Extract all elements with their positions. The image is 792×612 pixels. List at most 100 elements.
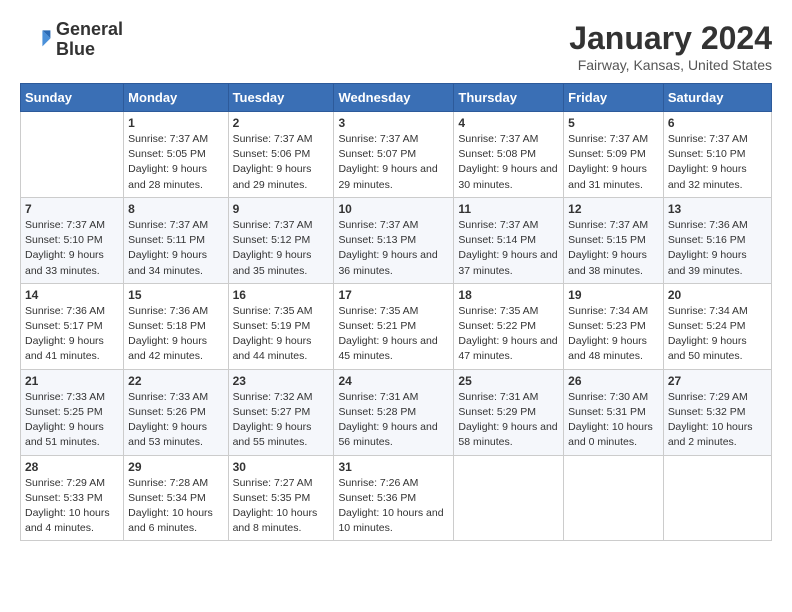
cell-week1-day3: 3 Sunrise: 7:37 AMSunset: 5:07 PMDaylight… [334,112,454,198]
calendar-title: January 2024 [569,20,772,57]
col-wednesday: Wednesday [334,84,454,112]
day-detail: Sunrise: 7:36 AMSunset: 5:16 PMDaylight:… [668,218,767,279]
cell-week1-day2: 2Sunrise: 7:37 AMSunset: 5:06 PMDaylight… [228,112,334,198]
day-detail: Sunrise: 7:37 AMSunset: 5:11 PMDaylight:… [128,218,223,279]
header-row: Sunday Monday Tuesday Wednesday Thursday… [21,84,772,112]
day-detail: Sunrise: 7:29 AMSunset: 5:33 PMDaylight:… [25,476,119,537]
cell-week5-day0: 28 Sunrise: 7:29 AMSunset: 5:33 PMDayligh… [21,455,124,541]
cell-week1-day6: 6Sunrise: 7:37 AMSunset: 5:10 PMDaylight… [663,112,771,198]
day-detail: Sunrise: 7:26 AMSunset: 5:36 PMDaylight:… [338,476,449,537]
day-number: 3 [338,116,449,130]
cell-week3-day5: 19Sunrise: 7:34 AMSunset: 5:23 PMDayligh… [564,283,664,369]
cell-week1-day1: 1 Sunrise: 7:37 AMSunset: 5:05 PMDaylight… [124,112,228,198]
day-detail: Sunrise: 7:34 AMSunset: 5:24 PMDaylight:… [668,304,767,365]
page-header: General Blue January 2024 Fairway, Kansa… [20,20,772,73]
day-detail: Sunrise: 7:37 AMSunset: 5:15 PMDaylight:… [568,218,659,279]
day-detail: Sunrise: 7:37 AMSunset: 5:09 PMDaylight:… [568,132,659,193]
week-row-4: 21 Sunrise: 7:33 AMSunset: 5:25 PMDayligh… [21,369,772,455]
cell-week3-day6: 20 Sunrise: 7:34 AMSunset: 5:24 PMDayligh… [663,283,771,369]
cell-week4-day2: 23 Sunrise: 7:32 AMSunset: 5:27 PMDayligh… [228,369,334,455]
day-number: 25 [458,374,559,388]
logo-text: General Blue [56,20,123,60]
day-detail: Sunrise: 7:31 AMSunset: 5:29 PMDaylight:… [458,390,559,451]
day-detail: Sunrise: 7:37 AMSunset: 5:07 PMDaylight:… [338,132,449,193]
day-number: 28 [25,460,119,474]
day-detail: Sunrise: 7:34 AMSunset: 5:23 PMDaylight:… [568,304,659,365]
day-number: 20 [668,288,767,302]
day-detail: Sunrise: 7:37 AMSunset: 5:12 PMDaylight:… [233,218,330,279]
cell-week1-day5: 5 Sunrise: 7:37 AMSunset: 5:09 PMDaylight… [564,112,664,198]
calendar-subtitle: Fairway, Kansas, United States [569,57,772,73]
col-friday: Friday [564,84,664,112]
cell-week2-day3: 10 Sunrise: 7:37 AMSunset: 5:13 PMDayligh… [334,197,454,283]
col-thursday: Thursday [454,84,564,112]
day-detail: Sunrise: 7:37 AMSunset: 5:13 PMDaylight:… [338,218,449,279]
cell-week5-day1: 29 Sunrise: 7:28 AMSunset: 5:34 PMDayligh… [124,455,228,541]
day-number: 4 [458,116,559,130]
cell-week2-day0: 7 Sunrise: 7:37 AMSunset: 5:10 PMDaylight… [21,197,124,283]
cell-week5-day3: 31 Sunrise: 7:26 AMSunset: 5:36 PMDayligh… [334,455,454,541]
day-number: 21 [25,374,119,388]
day-number: 12 [568,202,659,216]
cell-week2-day5: 12 Sunrise: 7:37 AMSunset: 5:15 PMDayligh… [564,197,664,283]
logo-icon [20,24,52,56]
cell-week1-day0 [21,112,124,198]
day-number: 23 [233,374,330,388]
day-number: 1 [128,116,223,130]
day-number: 31 [338,460,449,474]
day-detail: Sunrise: 7:35 AMSunset: 5:21 PMDaylight:… [338,304,449,365]
logo-line1: General [56,20,123,40]
cell-week4-day4: 25 Sunrise: 7:31 AMSunset: 5:29 PMDayligh… [454,369,564,455]
title-block: January 2024 Fairway, Kansas, United Sta… [569,20,772,73]
cell-week2-day2: 9 Sunrise: 7:37 AMSunset: 5:12 PMDaylight… [228,197,334,283]
day-number: 14 [25,288,119,302]
day-number: 9 [233,202,330,216]
day-number: 16 [233,288,330,302]
cell-week4-day0: 21 Sunrise: 7:33 AMSunset: 5:25 PMDayligh… [21,369,124,455]
logo-line2: Blue [56,40,123,60]
cell-week2-day6: 13Sunrise: 7:36 AMSunset: 5:16 PMDayligh… [663,197,771,283]
cell-week3-day4: 18Sunrise: 7:35 AMSunset: 5:22 PMDayligh… [454,283,564,369]
day-number: 30 [233,460,330,474]
week-row-1: 1 Sunrise: 7:37 AMSunset: 5:05 PMDaylight… [21,112,772,198]
logo: General Blue [20,20,123,60]
day-number: 11 [458,202,559,216]
day-detail: Sunrise: 7:33 AMSunset: 5:26 PMDaylight:… [128,390,223,451]
cell-week3-day0: 14 Sunrise: 7:36 AMSunset: 5:17 PMDayligh… [21,283,124,369]
day-number: 17 [338,288,449,302]
day-detail: Sunrise: 7:36 AMSunset: 5:17 PMDaylight:… [25,304,119,365]
col-sunday: Sunday [21,84,124,112]
day-detail: Sunrise: 7:30 AMSunset: 5:31 PMDaylight:… [568,390,659,451]
day-detail: Sunrise: 7:29 AMSunset: 5:32 PMDaylight:… [668,390,767,451]
day-detail: Sunrise: 7:37 AMSunset: 5:10 PMDaylight:… [25,218,119,279]
day-detail: Sunrise: 7:27 AMSunset: 5:35 PMDaylight:… [233,476,330,537]
day-detail: Sunrise: 7:32 AMSunset: 5:27 PMDaylight:… [233,390,330,451]
day-number: 22 [128,374,223,388]
day-number: 29 [128,460,223,474]
col-monday: Monday [124,84,228,112]
day-detail: Sunrise: 7:37 AMSunset: 5:10 PMDaylight:… [668,132,767,193]
day-number: 10 [338,202,449,216]
cell-week4-day3: 24Sunrise: 7:31 AMSunset: 5:28 PMDayligh… [334,369,454,455]
cell-week4-day1: 22 Sunrise: 7:33 AMSunset: 5:26 PMDayligh… [124,369,228,455]
cell-week4-day6: 27 Sunrise: 7:29 AMSunset: 5:32 PMDayligh… [663,369,771,455]
calendar-body: 1 Sunrise: 7:37 AMSunset: 5:05 PMDaylight… [21,112,772,541]
col-saturday: Saturday [663,84,771,112]
day-detail: Sunrise: 7:28 AMSunset: 5:34 PMDaylight:… [128,476,223,537]
day-number: 26 [568,374,659,388]
day-number: 27 [668,374,767,388]
day-detail: Sunrise: 7:37 AMSunset: 5:14 PMDaylight:… [458,218,559,279]
cell-week3-day3: 17 Sunrise: 7:35 AMSunset: 5:21 PMDayligh… [334,283,454,369]
cell-week2-day4: 11 Sunrise: 7:37 AMSunset: 5:14 PMDayligh… [454,197,564,283]
cell-week4-day5: 26 Sunrise: 7:30 AMSunset: 5:31 PMDayligh… [564,369,664,455]
day-detail: Sunrise: 7:33 AMSunset: 5:25 PMDaylight:… [25,390,119,451]
day-number: 5 [568,116,659,130]
day-detail: Sunrise: 7:37 AMSunset: 5:06 PMDaylight:… [233,132,330,193]
day-number: 24 [338,374,449,388]
day-number: 15 [128,288,223,302]
day-detail: Sunrise: 7:37 AMSunset: 5:05 PMDaylight:… [128,132,223,193]
cell-week2-day1: 8Sunrise: 7:37 AMSunset: 5:11 PMDaylight… [124,197,228,283]
week-row-2: 7 Sunrise: 7:37 AMSunset: 5:10 PMDaylight… [21,197,772,283]
cell-week5-day5 [564,455,664,541]
day-number: 7 [25,202,119,216]
